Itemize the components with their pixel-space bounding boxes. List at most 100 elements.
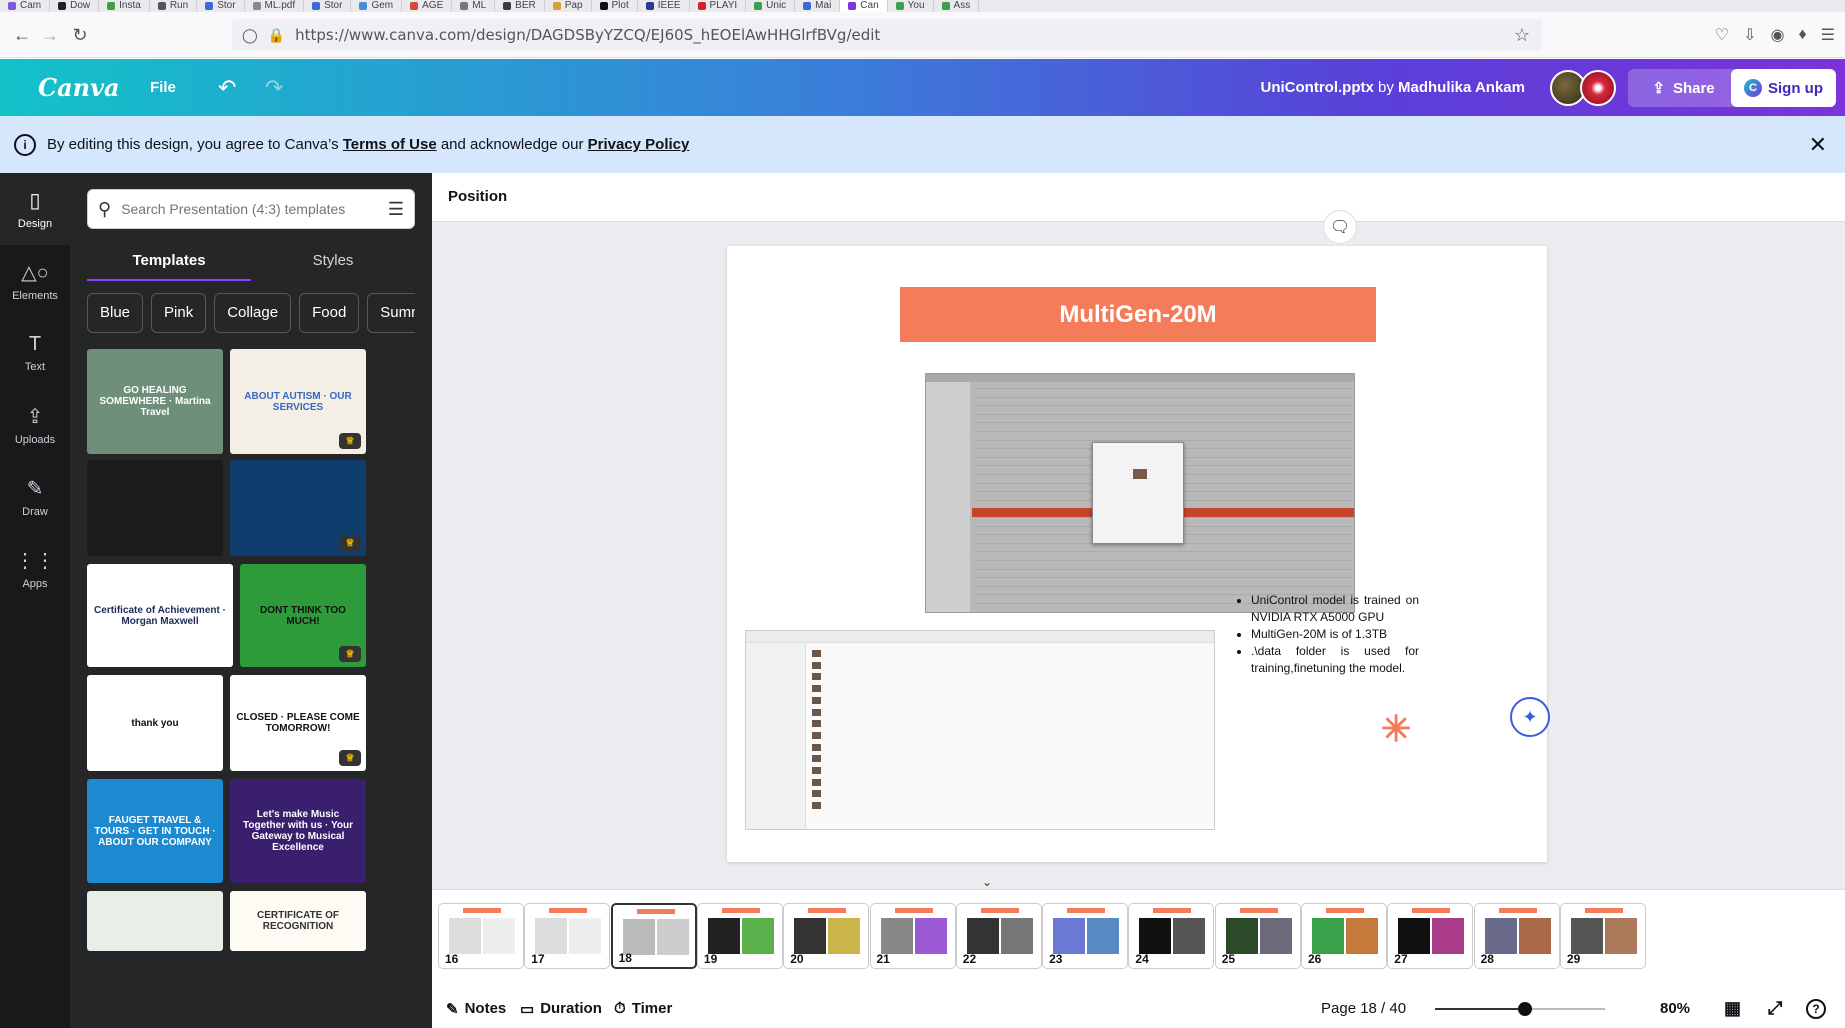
pocket-icon[interactable]: ♡ xyxy=(1715,25,1729,45)
template-thumbnail[interactable] xyxy=(87,891,223,951)
file-menu-button[interactable]: File xyxy=(150,79,176,96)
filter-chip[interactable]: Food xyxy=(299,293,360,333)
terms-message: By editing this design, you agree to Can… xyxy=(47,136,689,153)
filter-chip[interactable]: Collage xyxy=(214,293,292,333)
page-thumbnail[interactable]: 20 xyxy=(783,903,870,969)
page-thumbnail[interactable]: 25 xyxy=(1214,903,1301,969)
reload-icon[interactable]: ↻ xyxy=(62,17,98,53)
slide-canvas[interactable]: MultiGen-20M UniControl model is trained… xyxy=(727,246,1547,862)
rail-item-apps[interactable]: ⋮⋮ Apps xyxy=(0,533,70,605)
browser-tab[interactable]: Run xyxy=(150,0,198,12)
download-icon[interactable]: ⇩ xyxy=(1743,25,1756,45)
page-thumbnail[interactable]: 16 xyxy=(438,903,524,969)
browser-tab[interactable]: You xyxy=(888,0,934,12)
filter-chip[interactable]: Pink xyxy=(151,293,207,333)
timer-button[interactable]: ⏱ Timer xyxy=(614,1000,672,1017)
fullscreen-icon[interactable]: ⤢ xyxy=(1768,998,1782,1019)
page-thumbnail[interactable]: 19 xyxy=(696,903,783,969)
rail-item-elements[interactable]: △○ Elements xyxy=(0,245,70,317)
share-button[interactable]: ⇪ Share xyxy=(1628,69,1739,107)
page-thumbnail[interactable]: 18 xyxy=(610,903,697,969)
bookmark-star-icon[interactable]: ☆ xyxy=(1514,25,1530,46)
browser-tab[interactable]: Pap xyxy=(545,0,592,12)
browser-tab[interactable]: Plot xyxy=(592,0,638,12)
slide-bullets[interactable]: UniControl model is trained on NVIDIA RT… xyxy=(1239,592,1419,677)
template-thumbnail[interactable]: CERTIFICATE OF RECOGNITION xyxy=(230,891,366,951)
browser-tab[interactable]: Ass xyxy=(934,0,980,12)
template-thumbnail[interactable]: ABOUT AUTISM · OUR SERVICES ♕ xyxy=(230,349,366,454)
zoom-level[interactable]: 80% xyxy=(1660,1000,1690,1017)
zoom-slider-handle[interactable] xyxy=(1518,1002,1533,1016)
tab-styles[interactable]: Styles xyxy=(251,245,415,281)
terms-of-use-link[interactable]: Terms of Use xyxy=(343,136,437,153)
browser-tab[interactable]: Dow xyxy=(50,0,100,12)
grid-view-icon[interactable]: ▦ xyxy=(1724,998,1741,1019)
position-button[interactable]: Position xyxy=(448,188,507,205)
tab-templates[interactable]: Templates xyxy=(87,245,251,281)
browser-tab[interactable]: ML.pdf xyxy=(245,0,305,12)
template-thumbnail[interactable]: FAUGET TRAVEL & TOURS · GET IN TOUCH · A… xyxy=(87,779,223,883)
template-thumbnail[interactable]: CLOSED · PLEASE COME TOMORROW! ♕ xyxy=(230,675,366,771)
collaborator-avatars[interactable] xyxy=(1550,69,1616,106)
rail-item-draw[interactable]: ✎ Draw xyxy=(0,461,70,533)
undo-icon[interactable]: ↶ xyxy=(218,75,236,101)
page-thumbnail[interactable]: 22 xyxy=(955,903,1042,969)
document-title[interactable]: UniControl.pptx by Madhulika Ankam xyxy=(1261,79,1526,96)
browser-tab[interactable]: Stor xyxy=(197,0,245,12)
browser-tab[interactable]: ML xyxy=(452,0,496,12)
page-thumbnail[interactable]: 24 xyxy=(1128,903,1215,969)
browser-tab[interactable]: PLAYI xyxy=(690,0,747,12)
magic-assistant-icon[interactable]: ✦ xyxy=(1510,697,1550,737)
screenshot-folder-list[interactable] xyxy=(745,630,1215,830)
rail-item-uploads[interactable]: ⇪ Uploads xyxy=(0,389,70,461)
redo-icon[interactable]: ↷ xyxy=(265,75,283,101)
search-input[interactable] xyxy=(121,201,362,217)
page-thumbnail[interactable]: 21 xyxy=(869,903,956,969)
close-icon[interactable]: ✕ xyxy=(1809,132,1827,158)
menu-icon[interactable]: ☰ xyxy=(1821,25,1835,45)
browser-tab[interactable]: AGE xyxy=(402,0,453,12)
template-thumbnail[interactable]: Certificate of Achievement · Morgan Maxw… xyxy=(87,564,233,667)
rail-item-design[interactable]: ▯ Design xyxy=(0,173,70,245)
duration-button[interactable]: ▭ Duration xyxy=(520,1000,602,1018)
template-thumbnail[interactable]: DONT THINK TOO MUCH! ♕ xyxy=(240,564,366,667)
page-thumbnail[interactable]: 26 xyxy=(1301,903,1387,969)
rail-item-text[interactable]: T Text xyxy=(0,317,70,389)
avatar[interactable] xyxy=(1580,69,1616,106)
filter-chip[interactable]: Blue xyxy=(87,293,144,333)
browser-tab[interactable]: Can xyxy=(840,0,888,12)
page-thumbnail[interactable]: 27 xyxy=(1387,903,1474,969)
template-thumbnail[interactable] xyxy=(87,460,223,556)
screenshot-file-properties[interactable] xyxy=(925,373,1355,613)
browser-tab[interactable]: Unic xyxy=(746,0,796,12)
help-icon[interactable]: ? xyxy=(1806,998,1826,1019)
canva-logo[interactable]: Canva xyxy=(38,73,120,102)
browser-tab[interactable]: Cam xyxy=(0,0,51,12)
browser-tab[interactable]: Insta xyxy=(99,0,150,12)
filter-chip[interactable]: Summ xyxy=(367,293,415,333)
page-thumbnail[interactable]: 29 xyxy=(1559,903,1646,969)
template-thumbnail[interactable]: ♕ xyxy=(230,460,366,556)
address-bar[interactable]: ◯ 🔒 https://www.canva.com/design/DAGDSBy… xyxy=(232,19,1542,51)
extensions-icon[interactable]: ♦ xyxy=(1798,26,1806,44)
privacy-policy-link[interactable]: Privacy Policy xyxy=(588,136,690,153)
account-icon[interactable]: ◉ xyxy=(1771,25,1785,45)
slide-title[interactable]: MultiGen-20M xyxy=(900,287,1376,342)
page-thumbnail[interactable]: 28 xyxy=(1473,903,1560,969)
browser-tab[interactable]: BER xyxy=(495,0,545,12)
notes-button[interactable]: ✎ Notes xyxy=(446,1000,506,1018)
add-comment-icon[interactable]: 🗨 xyxy=(1323,210,1357,244)
template-thumbnail[interactable]: GO HEALING SOMEWHERE · Martina Travel xyxy=(87,349,223,454)
filter-icon[interactable]: ☰ xyxy=(388,199,404,220)
page-indicator[interactable]: Page 18 / 40 xyxy=(1321,1000,1406,1017)
page-thumbnail[interactable]: 17 xyxy=(524,903,611,969)
page-thumbnail[interactable]: 23 xyxy=(1042,903,1129,969)
signup-button[interactable]: C Sign up xyxy=(1731,69,1836,107)
template-search[interactable]: ⚲ ☰ xyxy=(87,189,415,229)
template-thumbnail[interactable]: thank you xyxy=(87,675,223,771)
browser-tab[interactable]: Mai xyxy=(795,0,841,12)
browser-tab[interactable]: Stor xyxy=(304,0,352,12)
browser-tab[interactable]: IEEE xyxy=(638,0,690,12)
browser-tab[interactable]: Gem xyxy=(351,0,403,12)
template-thumbnail[interactable]: Let's make Music Together with us · Your… xyxy=(230,779,366,883)
